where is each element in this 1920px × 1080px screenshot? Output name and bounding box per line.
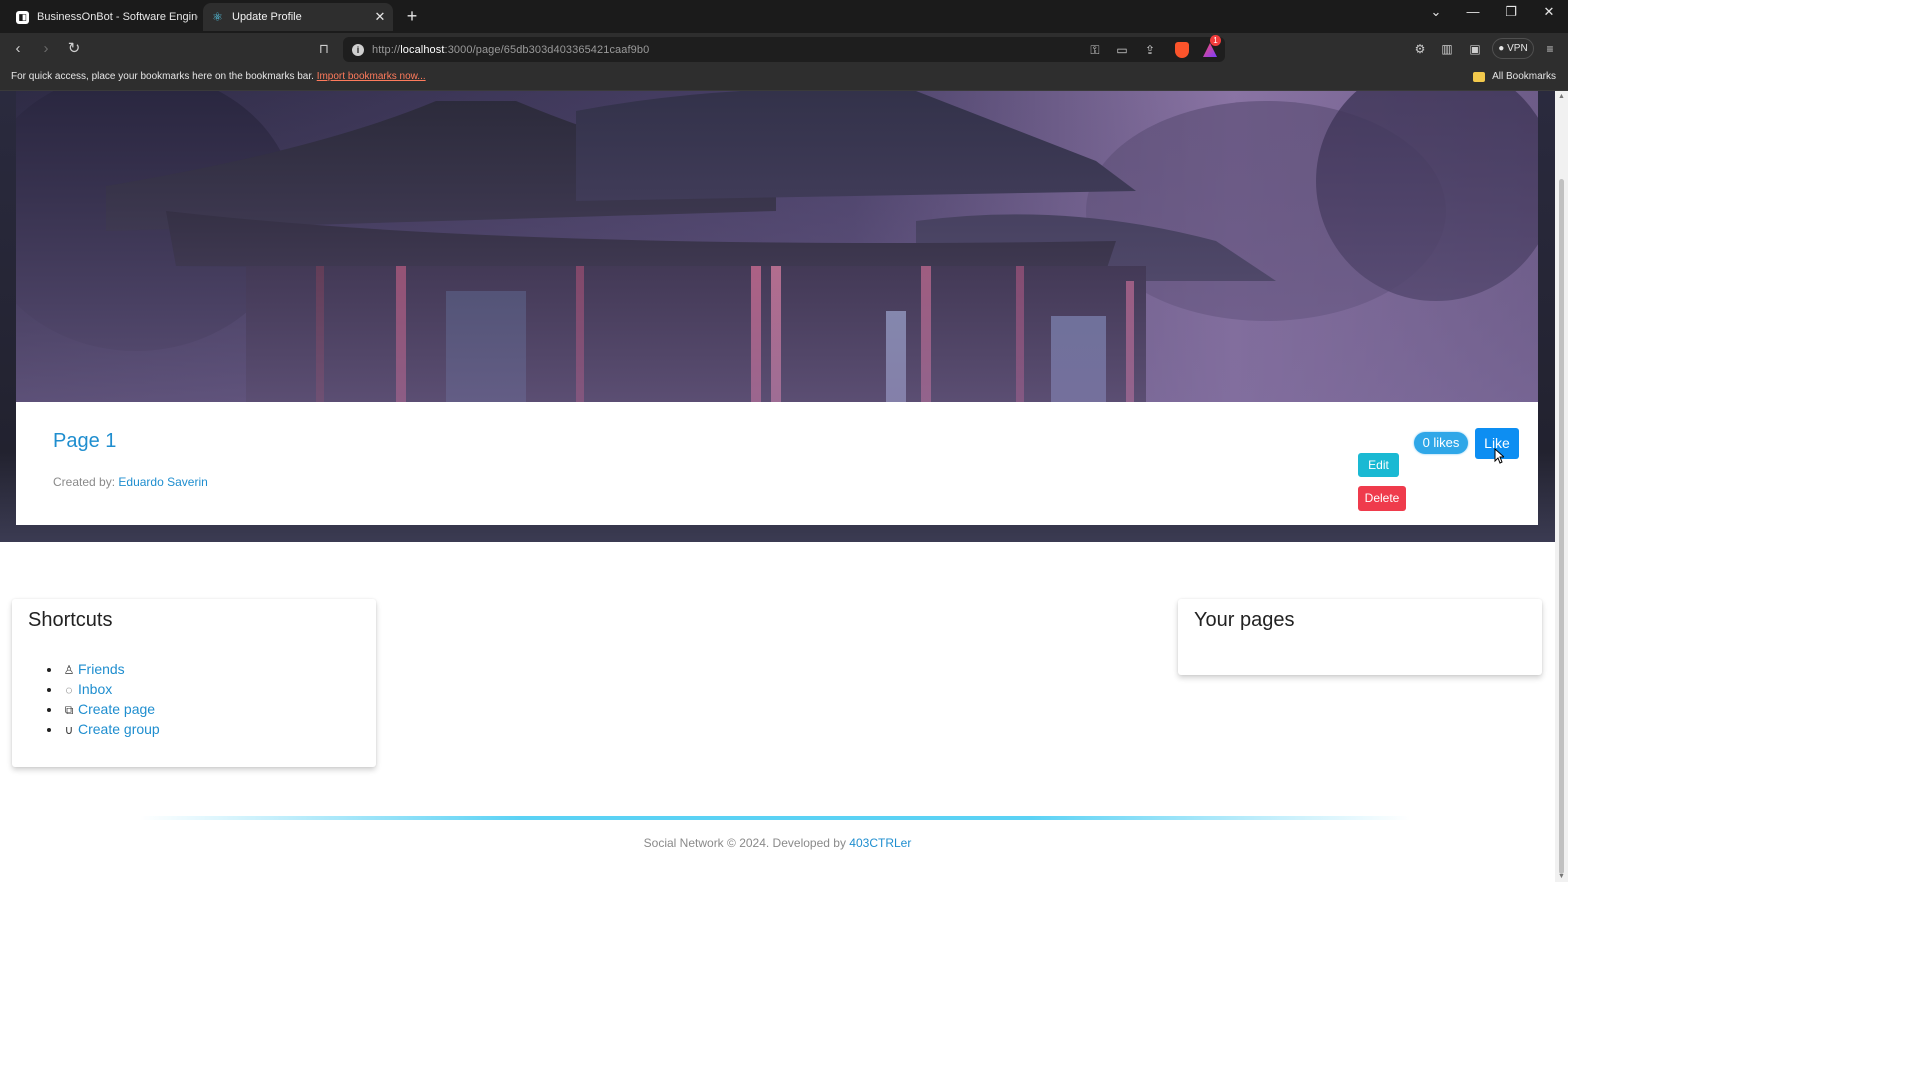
mouse-cursor-icon [1494, 448, 1504, 464]
all-bookmarks-button[interactable]: All Bookmarks [1473, 71, 1556, 82]
cast-icon[interactable]: ▭ [1114, 42, 1130, 58]
address-bar[interactable]: i http://localhost:3000/page/65db303d403… [343, 37, 1225, 62]
import-bookmarks-link[interactable]: Import bookmarks now... [317, 71, 426, 82]
bookmark-icon[interactable]: ⊓ [314, 39, 334, 59]
browser-toolbar: ‹ › ↻ ⊓ i http://localhost:3000/page/65d… [0, 33, 1568, 65]
menu-icon[interactable]: ≡ [1542, 41, 1558, 57]
list-item: ♙Friends [62, 659, 160, 679]
minimize-icon[interactable]: — [1455, 0, 1491, 24]
restore-icon[interactable]: ❐ [1493, 0, 1529, 24]
inbox-link[interactable]: Inbox [78, 681, 112, 697]
close-window-icon[interactable]: ✕ [1531, 0, 1567, 24]
back-icon[interactable]: ‹ [8, 39, 28, 59]
vpn-button[interactable]: ● VPN [1492, 38, 1534, 59]
folder-icon [1473, 71, 1486, 82]
likes-count-badge: 0 likes [1414, 432, 1468, 454]
bookmarks-bar: For quick access, place your bookmarks h… [0, 65, 1568, 91]
browser-tab-businessonbot[interactable]: ◧ BusinessOnBot - Software Engineeri [8, 3, 198, 31]
tab-search-chevron-icon[interactable]: ⌄ [1418, 0, 1454, 24]
site-info-icon[interactable]: i [352, 43, 364, 56]
businessonbot-favicon-icon: ◧ [16, 10, 29, 24]
scroll-down-icon[interactable]: ▼ [1557, 873, 1566, 880]
footer-author-link[interactable]: 403CTRLer [849, 836, 911, 850]
tab-title: BusinessOnBot - Software Engineeri [37, 11, 198, 23]
list-item: ◌ Inbox [62, 679, 160, 699]
scroll-up-icon[interactable]: ▲ [1557, 93, 1566, 100]
page-info-card: Page 1 Created by: Eduardo Saverin 0 lik… [16, 402, 1538, 525]
create-group-link[interactable]: Create group [78, 721, 160, 737]
close-tab-icon[interactable]: ✕ [371, 9, 389, 25]
friends-link[interactable]: Friends [78, 661, 125, 677]
reload-icon[interactable]: ↻ [64, 39, 84, 59]
wallet-icon[interactable]: ▣ [1467, 41, 1483, 57]
shortcuts-title: Shortcuts [28, 609, 113, 631]
list-item: ∪ Create group [62, 719, 160, 739]
list-item: ⧉ Create page [62, 699, 160, 719]
shortcuts-list: ♙Friends ◌ Inbox ⧉ Create page ∪ Create gro… [46, 659, 160, 739]
page-title: Page 1 [53, 430, 117, 452]
new-tab-icon[interactable]: + [402, 6, 422, 26]
scrollbar-thumb[interactable] [1559, 179, 1564, 874]
tab-title: Update Profile [232, 11, 302, 23]
sidebar-icon[interactable]: ▥ [1439, 41, 1455, 57]
your-pages-panel: Your pages [1178, 599, 1542, 675]
share-icon[interactable]: ⇪ [1142, 42, 1158, 58]
rewards-badge: 1 [1210, 35, 1221, 46]
react-favicon-icon: ⚛ [212, 10, 223, 24]
key-icon[interactable]: ⚿ [1087, 42, 1103, 58]
copy-icon: ⧉ [64, 703, 74, 717]
bookmarks-message: For quick access, place your bookmarks h… [11, 71, 426, 82]
magnet-icon: ∪ [64, 723, 74, 737]
chat-icon: ◌ [65, 683, 73, 697]
forward-icon[interactable]: › [36, 39, 56, 59]
pagoda-illustration [16, 91, 1538, 402]
delete-button[interactable]: Delete [1358, 486, 1406, 511]
footer-divider [140, 816, 1410, 820]
page-scrollbar[interactable]: ▲ ▼ [1555, 91, 1568, 882]
footer: Social Network © 2024. Developed by 403C… [643, 836, 912, 850]
browser-tab-strip: ◧ BusinessOnBot - Software Engineeri ⚛ U… [0, 0, 1568, 33]
shortcuts-panel: Shortcuts ♙Friends ◌ Inbox ⧉ Create page ∪… [12, 599, 376, 767]
your-pages-title: Your pages [1194, 609, 1295, 631]
brave-shields-icon[interactable] [1175, 42, 1189, 58]
page-header: Page 1 Created by: Eduardo Saverin 0 lik… [0, 91, 1555, 542]
edit-button[interactable]: Edit [1358, 453, 1399, 477]
browser-tab-update-profile[interactable]: ⚛ Update Profile ✕ [203, 3, 393, 31]
cover-image [16, 91, 1538, 402]
creator-link[interactable]: Eduardo Saverin [118, 475, 207, 489]
created-by: Created by: Eduardo Saverin [53, 475, 208, 489]
person-icon: ♙ [63, 663, 75, 677]
create-page-link[interactable]: Create page [78, 701, 155, 717]
url-text: http://localhost:3000/page/65db303d40336… [372, 43, 650, 56]
page-viewport: Page 1 Created by: Eduardo Saverin 0 lik… [0, 91, 1555, 882]
extensions-icon[interactable]: ⚙ [1412, 41, 1428, 57]
